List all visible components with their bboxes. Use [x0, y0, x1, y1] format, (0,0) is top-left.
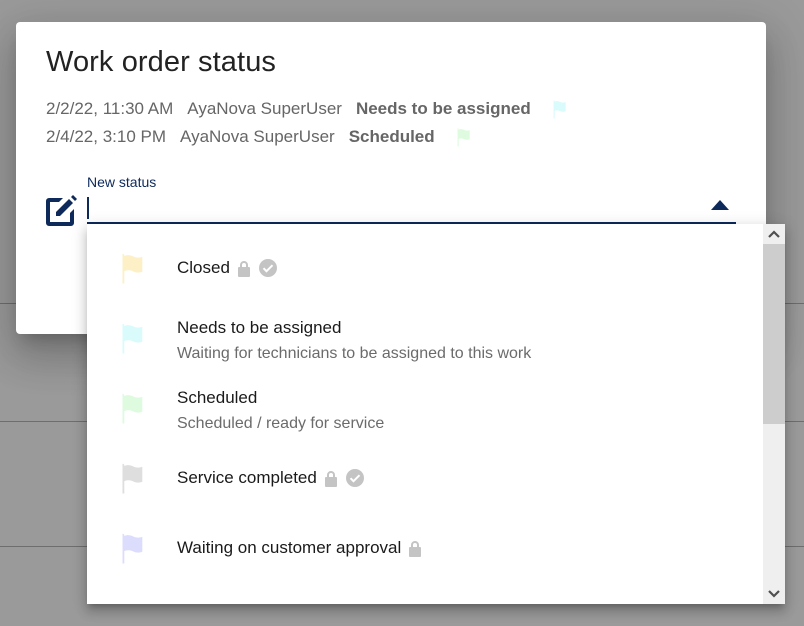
status-name: Closed [177, 258, 230, 277]
history-date: 2/2/22, 11:30 AM [46, 99, 174, 118]
status-name: Scheduled [177, 388, 258, 407]
lock-icon [409, 541, 422, 557]
flag-icon [122, 393, 143, 424]
text-cursor [87, 197, 89, 219]
scroll-down-button[interactable] [763, 584, 785, 604]
new-status-label: New status [87, 174, 157, 190]
status-description: Scheduled / ready for service [177, 415, 385, 432]
status-name: Service completed [177, 468, 317, 487]
flag-icon [122, 323, 143, 354]
menu-item-needs-to-be-assigned[interactable]: Needs to be assigned Waiting for technic… [87, 312, 763, 372]
history-date: 2/4/22, 3:10 PM [46, 127, 167, 146]
dialog-title: Work order status [46, 46, 277, 78]
lock-icon [237, 261, 250, 277]
scrollbar-thumb[interactable] [763, 244, 785, 424]
status-name: Needs to be assigned [177, 318, 342, 337]
check-circle-icon [258, 259, 277, 277]
menu-item-waiting-on-customer-approval[interactable]: Waiting on customer approval [87, 522, 763, 582]
history-row: 2/4/22, 3:10 PM AyaNova SuperUser Schedu… [46, 126, 475, 148]
scroll-up-button[interactable] [763, 224, 785, 244]
menu-scrollbar[interactable] [763, 224, 785, 604]
flag-icon [122, 253, 143, 284]
status-name: Waiting on customer approval [177, 538, 402, 557]
edit-icon [46, 195, 77, 226]
menu-item-closed[interactable]: Closed [87, 238, 763, 298]
lock-icon [324, 471, 337, 487]
history-status: Needs to be assigned [355, 99, 531, 118]
chevron-up-icon [768, 230, 780, 238]
flag-icon [553, 100, 566, 119]
flag-icon [122, 463, 143, 494]
history-row: 2/2/22, 11:30 AM AyaNova SuperUser Needs… [46, 98, 571, 120]
flag-icon [457, 128, 470, 147]
chevron-down-icon [768, 590, 780, 598]
dropdown-toggle-icon[interactable] [711, 200, 729, 210]
history-user: AyaNova SuperUser [187, 99, 342, 118]
status-dropdown-menu: Closed Needs to be assigned Waiting for … [87, 224, 785, 604]
menu-item-scheduled[interactable]: Scheduled Scheduled / ready for service [87, 382, 763, 442]
menu-item-service-completed[interactable]: Service completed [87, 452, 763, 512]
check-circle-icon [345, 469, 364, 487]
history-status: Scheduled [348, 127, 435, 146]
history-user: AyaNova SuperUser [180, 127, 335, 146]
flag-icon [122, 533, 143, 564]
new-status-input[interactable] [87, 192, 736, 224]
status-description: Waiting for technicians to be assigned t… [177, 345, 532, 362]
